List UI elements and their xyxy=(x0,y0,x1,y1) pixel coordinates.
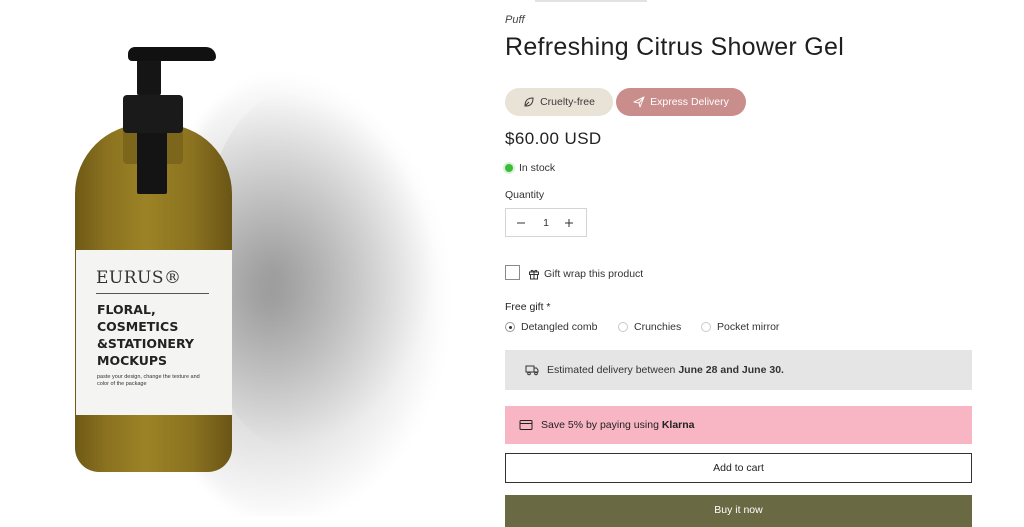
klarna-banner: Save 5% by paying using Klarna xyxy=(505,406,972,444)
badge-cruelty-free: Cruelty-free xyxy=(505,88,613,116)
badge-label: Cruelty-free xyxy=(540,96,595,108)
buy-it-now-button[interactable]: Buy it now xyxy=(505,495,972,527)
label-divider xyxy=(96,293,209,294)
free-gift-label: Free gift * xyxy=(505,301,551,313)
badge-express-delivery: Express Delivery xyxy=(616,88,746,116)
free-gift-option-detangled-comb[interactable]: Detangled comb xyxy=(505,321,597,333)
stock-status: In stock xyxy=(519,162,556,174)
quantity-increase-button[interactable] xyxy=(564,218,576,228)
add-to-cart-button[interactable]: Add to cart xyxy=(505,453,972,483)
option-label: Detangled comb xyxy=(521,321,598,333)
quantity-label: Quantity xyxy=(505,189,545,201)
klarna-text: Save 5% by paying using Klarna xyxy=(541,419,695,431)
radio-button[interactable] xyxy=(505,322,515,332)
label-brand: EURUS® xyxy=(96,268,182,288)
free-gift-option-crunchies[interactable]: Crunchies xyxy=(618,321,681,333)
pump-cap xyxy=(123,95,183,133)
top-divider xyxy=(535,0,647,2)
badge-label: Express Delivery xyxy=(650,96,729,108)
gift-wrap-label[interactable]: Gift wrap this product xyxy=(528,268,643,280)
product-title: Refreshing Citrus Shower Gel xyxy=(505,33,845,61)
label-title: FLORAL, COSMETICS &STATIONERY MOCKUPS xyxy=(97,301,217,369)
option-label: Crunchies xyxy=(634,321,682,333)
quantity-stepper: 1 xyxy=(505,208,587,237)
label-title-line: COSMETICS xyxy=(97,319,179,334)
label-title-line: &STATIONERY xyxy=(97,336,194,351)
option-label: Pocket mirror xyxy=(717,321,780,333)
product-price: $60.00 USD xyxy=(505,129,602,148)
gift-wrap-text: Gift wrap this product xyxy=(544,268,644,280)
label-title-line: MOCKUPS xyxy=(97,353,168,368)
product-image[interactable]: EURUS® FLORAL, COSMETICS &STATIONERY MOC… xyxy=(0,0,462,516)
radio-button[interactable] xyxy=(618,322,628,332)
delivery-text: Estimated delivery between June 28 and J… xyxy=(547,364,784,376)
label-title-line: FLORAL, xyxy=(97,302,156,317)
pump-spout xyxy=(128,47,216,61)
radio-button[interactable] xyxy=(701,322,711,332)
delivery-estimate: Estimated delivery between June 28 and J… xyxy=(505,350,972,390)
quantity-input[interactable]: 1 xyxy=(543,217,549,229)
gift-icon xyxy=(528,268,540,280)
bottle-shadow-inner xyxy=(205,90,435,450)
minus-icon xyxy=(517,222,525,223)
free-gift-option-pocket-mirror[interactable]: Pocket mirror xyxy=(701,321,779,333)
gift-wrap-checkbox[interactable] xyxy=(505,265,520,280)
label-description: paste your design, change the texture an… xyxy=(97,374,200,387)
send-icon xyxy=(633,96,645,108)
leaf-icon xyxy=(523,96,535,108)
plus-icon xyxy=(565,218,573,227)
pump-tube xyxy=(137,130,167,194)
credit-card-icon xyxy=(519,419,533,431)
product-vendor: Puff xyxy=(505,14,525,26)
quantity-decrease-button[interactable] xyxy=(516,218,528,228)
truck-icon xyxy=(525,364,539,376)
stock-status-dot xyxy=(505,164,513,172)
